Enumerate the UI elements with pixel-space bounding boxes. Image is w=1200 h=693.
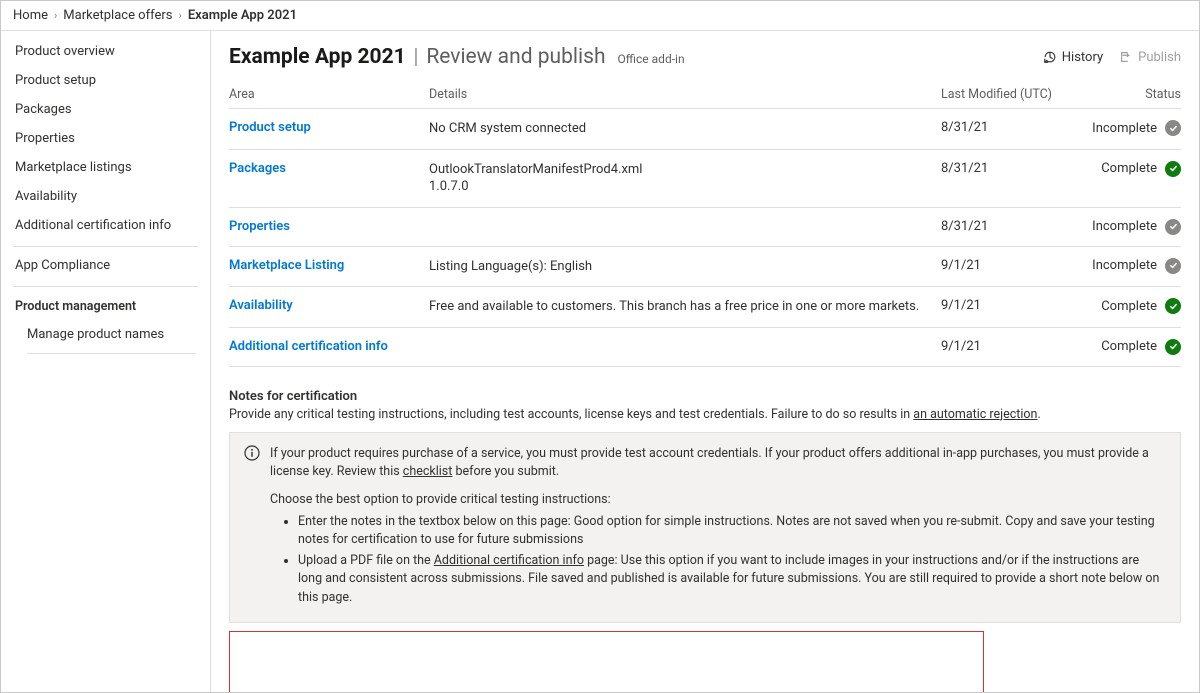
row-date: 9/1/21 <box>941 298 1071 313</box>
page-title-section: Review and publish <box>426 45 605 69</box>
row-status-text: Incomplete <box>1092 258 1157 273</box>
area-link[interactable]: Properties <box>229 219 290 234</box>
row-date: 8/31/21 <box>941 120 1071 135</box>
chevron-right-icon: › <box>54 9 57 22</box>
info-bullet-pdf: Upload a PDF file on the Additional cert… <box>298 552 1166 606</box>
table-header-date: Last Modified (UTC) <box>941 87 1071 102</box>
breadcrumb-home[interactable]: Home <box>13 8 48 23</box>
checklist-link[interactable]: checklist <box>403 464 453 479</box>
table-row: Availability Free and available to custom… <box>229 287 1181 328</box>
row-details: OutlookTranslatorManifestProd4.xml 1.0.7… <box>429 161 941 196</box>
area-link[interactable]: Availability <box>229 298 293 313</box>
incomplete-circle-icon <box>1165 120 1181 136</box>
check-circle-icon <box>1165 298 1181 314</box>
row-status-text: Incomplete <box>1092 219 1157 234</box>
publish-top-label: Publish <box>1138 50 1181 65</box>
review-table: Area Details Last Modified (UTC) Status … <box>229 81 1181 367</box>
incomplete-circle-icon <box>1165 219 1181 235</box>
sidebar-heading-product-management: Product management <box>1 291 210 320</box>
automatic-rejection-link[interactable]: an automatic rejection <box>913 407 1037 422</box>
info-bullet-textbox: Enter the notes in the textbox below on … <box>298 513 1166 549</box>
table-header-area: Area <box>229 87 429 102</box>
notes-info-box: If your product requires purchase of a s… <box>229 432 1181 623</box>
sidebar-item-availability[interactable]: Availability <box>13 182 198 211</box>
row-details: No CRM system connected <box>429 120 941 138</box>
chevron-right-icon: › <box>179 9 182 22</box>
check-circle-icon <box>1165 339 1181 355</box>
row-date: 9/1/21 <box>941 339 1071 354</box>
row-details: Free and available to customers. This br… <box>429 298 941 316</box>
area-link[interactable]: Additional certification info <box>229 339 388 354</box>
row-status-text: Complete <box>1101 299 1157 314</box>
history-label: History <box>1062 50 1103 65</box>
publish-icon <box>1119 50 1133 64</box>
publish-top-button: Publish <box>1119 50 1181 65</box>
table-row: Product setup No CRM system connected8/31… <box>229 109 1181 150</box>
sidebar: Product overview Product setup Packages … <box>1 31 211 692</box>
breadcrumb: Home › Marketplace offers › Example App … <box>1 1 1199 31</box>
incomplete-circle-icon <box>1165 258 1181 274</box>
sidebar-item-product-overview[interactable]: Product overview <box>13 37 198 66</box>
addin-type-badge: Office add-in <box>618 52 685 66</box>
area-link[interactable]: Marketplace Listing <box>229 258 344 273</box>
info-icon <box>244 445 260 467</box>
main-content: Example App 2021 | Review and publish Of… <box>211 31 1199 692</box>
notes-textarea[interactable] <box>229 631 984 692</box>
history-button[interactable]: History <box>1043 50 1103 65</box>
sidebar-item-additional-cert-info[interactable]: Additional certification info <box>13 211 198 240</box>
table-row: Packages OutlookTranslatorManifestProd4.x… <box>229 150 1181 208</box>
table-header-details: Details <box>429 87 941 102</box>
row-status-text: Complete <box>1101 339 1157 354</box>
sidebar-item-properties[interactable]: Properties <box>13 124 198 153</box>
table-row: Marketplace Listing Listing Language(s): … <box>229 247 1181 288</box>
row-date: 8/31/21 <box>941 161 1071 176</box>
table-row: Additional certification info 9/1/21 Compl… <box>229 328 1181 367</box>
area-link[interactable]: Product setup <box>229 120 311 135</box>
history-icon <box>1043 50 1057 64</box>
sidebar-item-product-setup[interactable]: Product setup <box>13 66 198 95</box>
check-circle-icon <box>1165 161 1181 177</box>
sidebar-item-packages[interactable]: Packages <box>13 95 198 124</box>
notes-description: Provide any critical testing instruction… <box>229 407 1181 422</box>
row-status-text: Complete <box>1101 161 1157 176</box>
sidebar-item-app-compliance[interactable]: App Compliance <box>13 251 198 280</box>
additional-cert-info-link[interactable]: Additional certification info <box>434 553 584 568</box>
notes-heading: Notes for certification <box>229 389 1181 404</box>
breadcrumb-current: Example App 2021 <box>188 8 297 23</box>
breadcrumb-marketplace-offers[interactable]: Marketplace offers <box>63 8 172 23</box>
row-date: 9/1/21 <box>941 258 1071 273</box>
area-link[interactable]: Packages <box>229 161 286 176</box>
row-date: 8/31/21 <box>941 219 1071 234</box>
row-status-text: Incomplete <box>1092 121 1157 136</box>
table-row: Properties 8/31/21 Incomplete <box>229 208 1181 247</box>
table-header-status: Status <box>1071 87 1181 102</box>
row-details: Listing Language(s): English <box>429 258 941 276</box>
sidebar-item-manage-product-names[interactable]: Manage product names <box>1 320 210 349</box>
sidebar-item-marketplace-listings[interactable]: Marketplace listings <box>13 153 198 182</box>
page-title-app: Example App 2021 <box>229 45 406 69</box>
